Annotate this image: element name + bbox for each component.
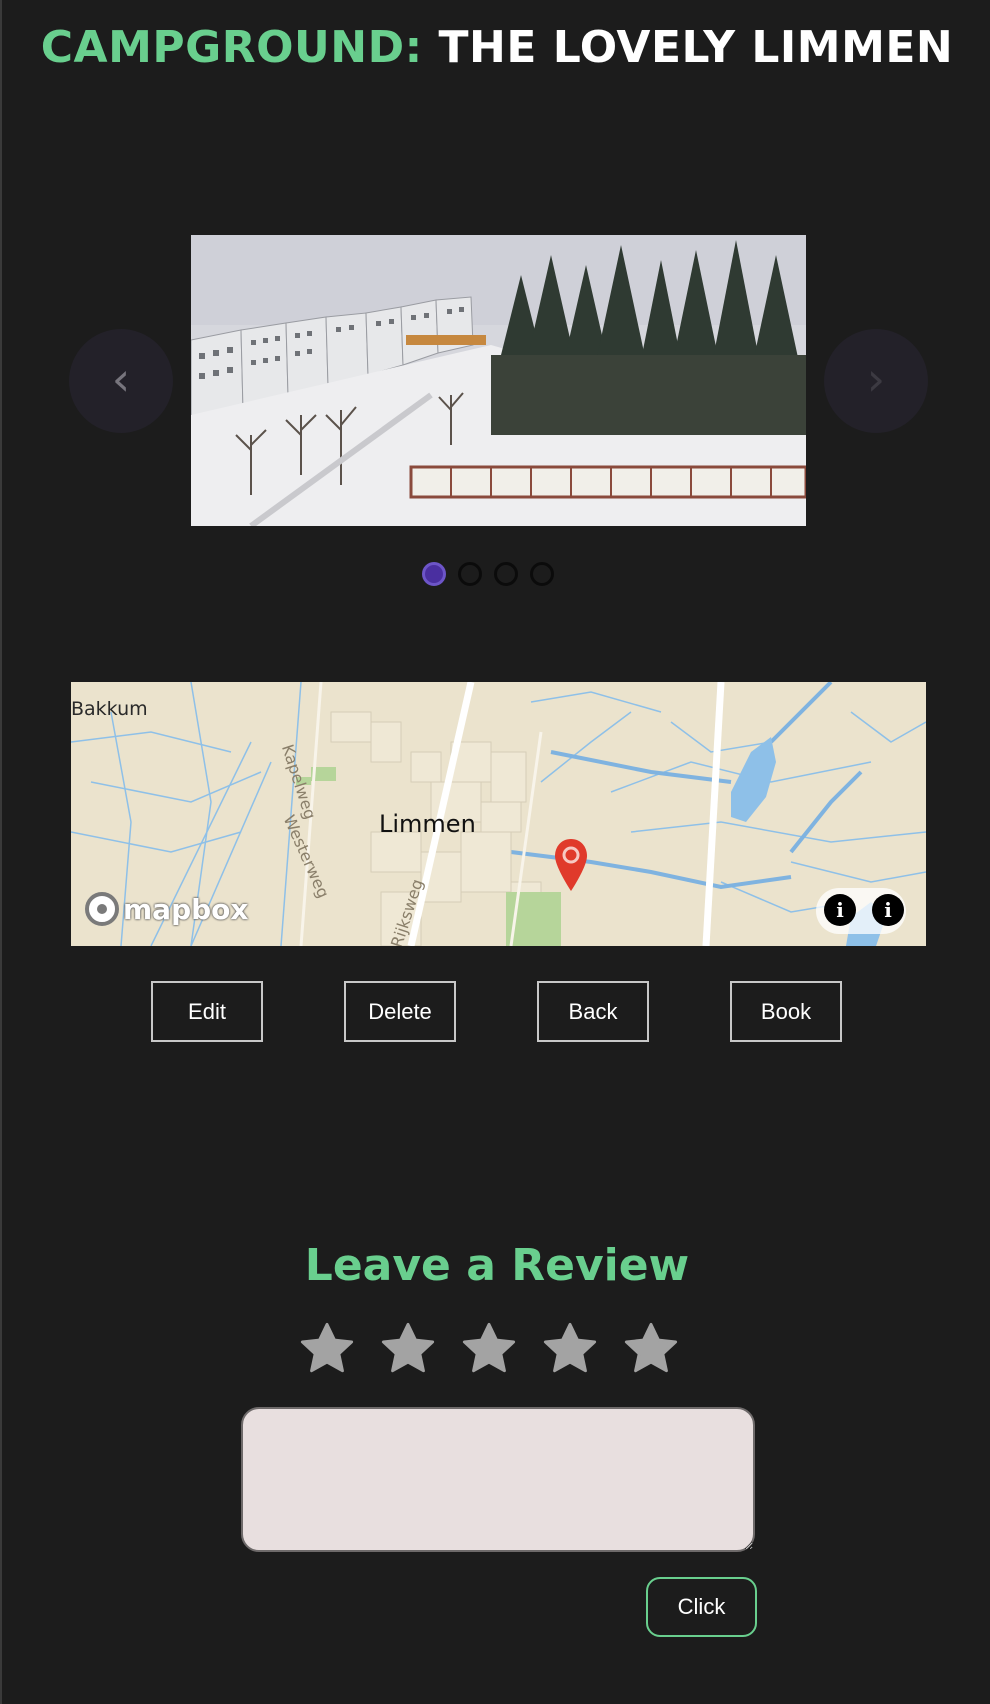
book-button[interactable]: Book <box>730 981 842 1042</box>
star-icon-1[interactable] <box>298 1320 356 1378</box>
map-label-bakkum: Bakkum <box>71 698 148 720</box>
location-map[interactable]: Bakkum Limmen Kapelweg Westerweg Rijkswe… <box>71 682 926 946</box>
title-label: CAMPGROUND: <box>40 22 423 73</box>
star-icon-2[interactable] <box>379 1320 437 1378</box>
star-icon-3[interactable] <box>460 1320 518 1378</box>
mapbox-logo[interactable]: mapbox <box>85 892 248 926</box>
carousel-dot-1[interactable] <box>422 562 446 586</box>
edit-button[interactable]: Edit <box>151 981 263 1042</box>
back-button[interactable]: Back <box>537 981 649 1042</box>
star-icon-5[interactable] <box>622 1320 680 1378</box>
carousel-next-button[interactable]: › <box>824 329 928 433</box>
review-textarea[interactable] <box>241 1407 755 1552</box>
carousel-dot-4[interactable] <box>530 562 554 586</box>
star-rating[interactable] <box>298 1320 680 1378</box>
review-heading: Leave a Review <box>304 1240 690 1291</box>
carousel-dot-2[interactable] <box>458 562 482 586</box>
map-info-icon[interactable]: i <box>824 894 856 926</box>
mapbox-logo-text: mapbox <box>123 892 249 926</box>
map-label-limmen: Limmen <box>379 810 476 838</box>
map-attribution-info-icon[interactable]: i <box>872 894 904 926</box>
title-campground-name: THE LOVELY LIMMEN <box>438 22 954 73</box>
page-title: CAMPGROUND: THE LOVELY LIMMEN <box>2 22 990 73</box>
carousel-dot-3[interactable] <box>494 562 518 586</box>
mapbox-logo-icon <box>85 892 119 926</box>
carousel-image <box>191 235 806 526</box>
delete-button[interactable]: Delete <box>344 981 456 1042</box>
carousel-prev-button[interactable]: ‹ <box>69 329 173 433</box>
carousel-indicators <box>422 562 554 586</box>
submit-review-button[interactable]: Click <box>646 1577 757 1637</box>
star-icon-4[interactable] <box>541 1320 599 1378</box>
location-pin-icon[interactable] <box>553 837 589 893</box>
